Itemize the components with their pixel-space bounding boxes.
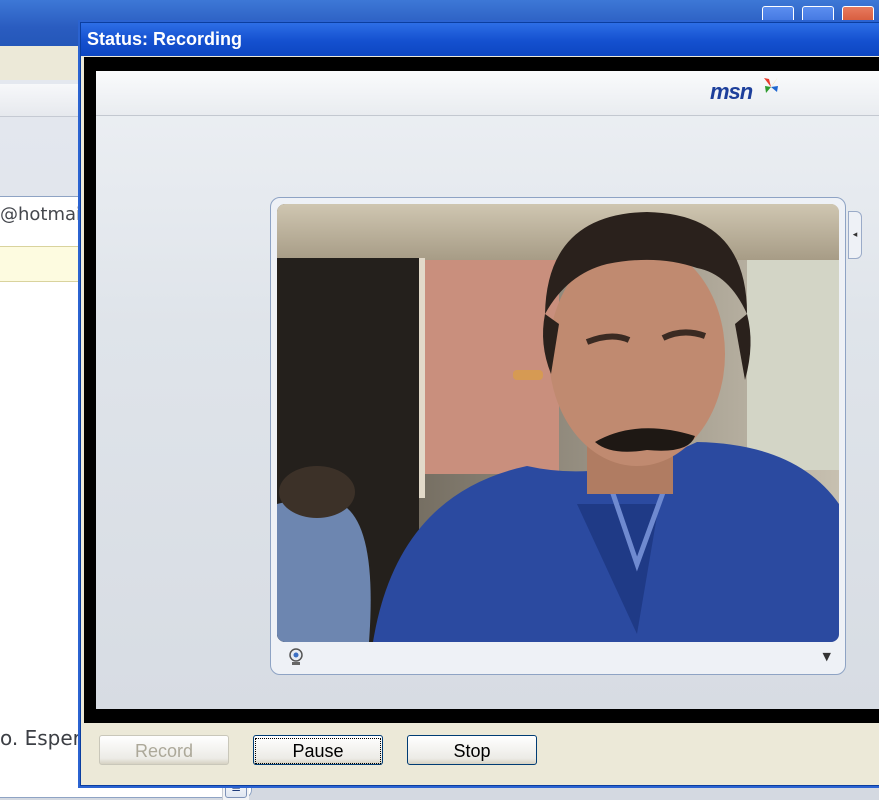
- pause-button-label: Pause: [255, 738, 381, 764]
- dialog-button-bar: Record Pause Stop: [81, 723, 879, 783]
- chevron-down-icon[interactable]: ▼: [823, 650, 831, 663]
- capture-region: msn ▼ ◂: [84, 57, 879, 723]
- conversation-text-snippet: o. Esper: [0, 726, 81, 750]
- stop-button-label: Stop: [453, 741, 491, 761]
- butterfly-icon: [764, 77, 778, 93]
- captured-messenger-window: msn ▼ ◂: [96, 71, 879, 709]
- recording-dialog: Status: Recording msn ▼ ◂ Record Pause S…: [80, 22, 879, 786]
- dialog-title: Status: Recording: [81, 23, 879, 56]
- record-button[interactable]: Record: [99, 735, 229, 765]
- record-button-label: Record: [134, 741, 194, 761]
- msn-logo: msn: [710, 75, 790, 115]
- webcam-image: [277, 204, 839, 642]
- pause-button[interactable]: Pause: [253, 735, 383, 765]
- msn-logo-text: msn: [710, 79, 753, 104]
- webcam-frame: ▼: [270, 197, 846, 675]
- webcam-video: [277, 204, 839, 642]
- stop-button[interactable]: Stop: [407, 735, 537, 765]
- captured-toolbar: msn: [96, 71, 879, 116]
- collapse-tab-icon[interactable]: ◂: [848, 211, 862, 259]
- webcam-icon[interactable]: [287, 648, 305, 666]
